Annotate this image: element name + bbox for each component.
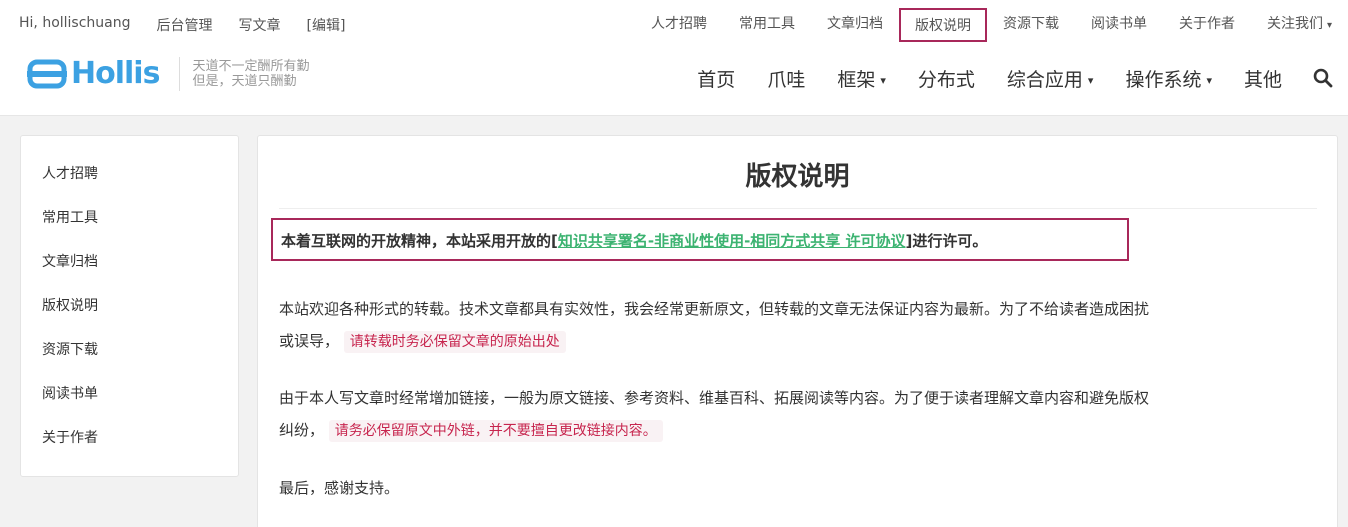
admin-link[interactable]: 后台管理 bbox=[157, 15, 213, 35]
top-nav: 人才招聘 常用工具 文章归档 版权说明 资源下载 阅读书单 关于作者 关注我们 ▾ bbox=[635, 8, 1348, 42]
paragraph-reprint-line1: 本站欢迎各种形式的转载。技术文章都具有实效性，我会经常更新原文，但转载的文章无法… bbox=[279, 300, 1150, 318]
edit-link[interactable]: [编辑] bbox=[307, 15, 346, 35]
license-link[interactable]: 知识共享署名-非商业性使用-相同方式共享 许可协议 bbox=[558, 232, 906, 250]
paragraph-links-line1: 由于本人写文章时经常增加链接，一般为原文链接、参考资料、维基百科、拓展阅读等内容… bbox=[279, 389, 1150, 407]
slogan-line-2: 但是，天道只酬勤 bbox=[192, 73, 297, 89]
nav-os[interactable]: 操作系统 ▾ bbox=[1109, 65, 1228, 92]
sidebar-item-jobs[interactable]: 人才招聘 bbox=[21, 152, 238, 196]
top-nav-about[interactable]: 关于作者 bbox=[1163, 8, 1251, 42]
paragraph-links-line2: 纠纷， 请务必保留原文中外链，并不要擅自更改链接内容。 bbox=[279, 414, 1319, 447]
top-nav-archive[interactable]: 文章归档 bbox=[811, 8, 899, 42]
reprint-notice-highlight: 请转载时务必保留文章的原始出处 bbox=[343, 331, 566, 353]
nav-other[interactable]: 其他 bbox=[1228, 65, 1298, 92]
top-nav-follow[interactable]: 关注我们 ▾ bbox=[1251, 8, 1348, 42]
chevron-down-icon: ▾ bbox=[1206, 73, 1212, 87]
site-logo[interactable]: Hollis 天道不一定酬所有勤 但是，天道只酬勤 bbox=[27, 56, 309, 91]
top-bar: Hi, hollischuang 后台管理 写文章 [编辑] 人才招聘 常用工具… bbox=[0, 0, 1348, 50]
sidebar-item-downloads[interactable]: 资源下载 bbox=[21, 328, 238, 372]
paragraph-links-text: 纠纷， bbox=[279, 421, 325, 439]
nav-framework-label: 框架 bbox=[837, 68, 876, 91]
nav-framework[interactable]: 框架 ▾ bbox=[821, 65, 902, 92]
sidebar-item-booklist[interactable]: 阅读书单 bbox=[21, 372, 238, 416]
paragraph-reprint: 本站欢迎各种形式的转载。技术文章都具有实效性，我会经常更新原文，但转载的文章无法… bbox=[279, 293, 1319, 358]
license-prefix: 本着互联网的开放精神，本站采用开放的[ bbox=[281, 232, 558, 250]
page-title: 版权说明 bbox=[745, 162, 850, 192]
title-divider bbox=[279, 208, 1317, 209]
top-nav-jobs[interactable]: 人才招聘 bbox=[635, 8, 723, 42]
links-notice-highlight: 请务必保留原文中外链，并不要擅自更改链接内容。 bbox=[328, 420, 663, 442]
nav-distributed[interactable]: 分布式 bbox=[902, 65, 991, 92]
write-article-link[interactable]: 写文章 bbox=[239, 15, 281, 35]
logo-icon bbox=[27, 59, 67, 88]
user-links: Hi, hollischuang 后台管理 写文章 [编辑] bbox=[19, 15, 371, 35]
nav-os-label: 操作系统 bbox=[1125, 68, 1202, 91]
sidebar-item-archive[interactable]: 文章归档 bbox=[21, 240, 238, 284]
chevron-down-icon: ▾ bbox=[1087, 73, 1094, 87]
site-header: Hollis 天道不一定酬所有勤 但是，天道只酬勤 首页 爪哇 框架 ▾ 分布式 … bbox=[0, 50, 1348, 116]
search-icon-glyph bbox=[1313, 68, 1333, 88]
nav-applications[interactable]: 综合应用 ▾ bbox=[991, 65, 1110, 92]
sidebar-item-copyright[interactable]: 版权说明 bbox=[21, 284, 238, 328]
chevron-down-icon: ▾ bbox=[1326, 20, 1332, 31]
top-nav-tools[interactable]: 常用工具 bbox=[723, 8, 811, 42]
paragraph-links: 由于本人写文章时经常增加链接，一般为原文链接、参考资料、维基百科、拓展阅读等内容… bbox=[279, 382, 1319, 447]
sidebar-item-tools[interactable]: 常用工具 bbox=[21, 196, 238, 240]
search-icon[interactable] bbox=[1298, 65, 1348, 91]
top-nav-copyright[interactable]: 版权说明 bbox=[898, 8, 987, 42]
site-slogan: 天道不一定酬所有勤 但是，天道只酬勤 bbox=[192, 59, 309, 89]
paragraph-reprint-text: 或误导， bbox=[279, 332, 340, 350]
license-suffix: ]进行许可。 bbox=[905, 232, 988, 250]
logo-divider bbox=[179, 56, 181, 91]
top-nav-booklist[interactable]: 阅读书单 bbox=[1075, 8, 1163, 42]
paragraph-thanks: 最后，感谢支持。 bbox=[279, 479, 400, 497]
slogan-line-1: 天道不一定酬所有勤 bbox=[192, 58, 310, 74]
license-statement: 本着互联网的开放精神，本站采用开放的[知识共享署名-非商业性使用-相同方式共享 … bbox=[271, 218, 1129, 261]
top-nav-downloads[interactable]: 资源下载 bbox=[987, 8, 1075, 42]
nav-java[interactable]: 爪哇 bbox=[751, 65, 821, 92]
nav-home[interactable]: 首页 bbox=[681, 65, 751, 92]
chevron-down-icon: ▾ bbox=[880, 73, 886, 87]
sidebar-menu: 人才招聘 常用工具 文章归档 版权说明 资源下载 阅读书单 关于作者 bbox=[20, 135, 239, 477]
sidebar-item-about[interactable]: 关于作者 bbox=[21, 416, 238, 460]
main-nav: 首页 爪哇 框架 ▾ 分布式 综合应用 ▾ 操作系统 ▾ 其他 bbox=[681, 65, 1348, 91]
nav-applications-label: 综合应用 bbox=[1006, 68, 1083, 91]
greeting-link[interactable]: Hi, hollischuang bbox=[19, 15, 131, 35]
top-nav-follow-label: 关注我们 bbox=[1266, 16, 1323, 32]
logo-text: Hollis bbox=[71, 56, 160, 91]
paragraph-reprint-line2: 或误导， 请转载时务必保留文章的原始出处 bbox=[279, 325, 1319, 358]
article-content: 版权说明 本着互联网的开放精神，本站采用开放的[知识共享署名-非商业性使用-相同… bbox=[257, 135, 1338, 527]
